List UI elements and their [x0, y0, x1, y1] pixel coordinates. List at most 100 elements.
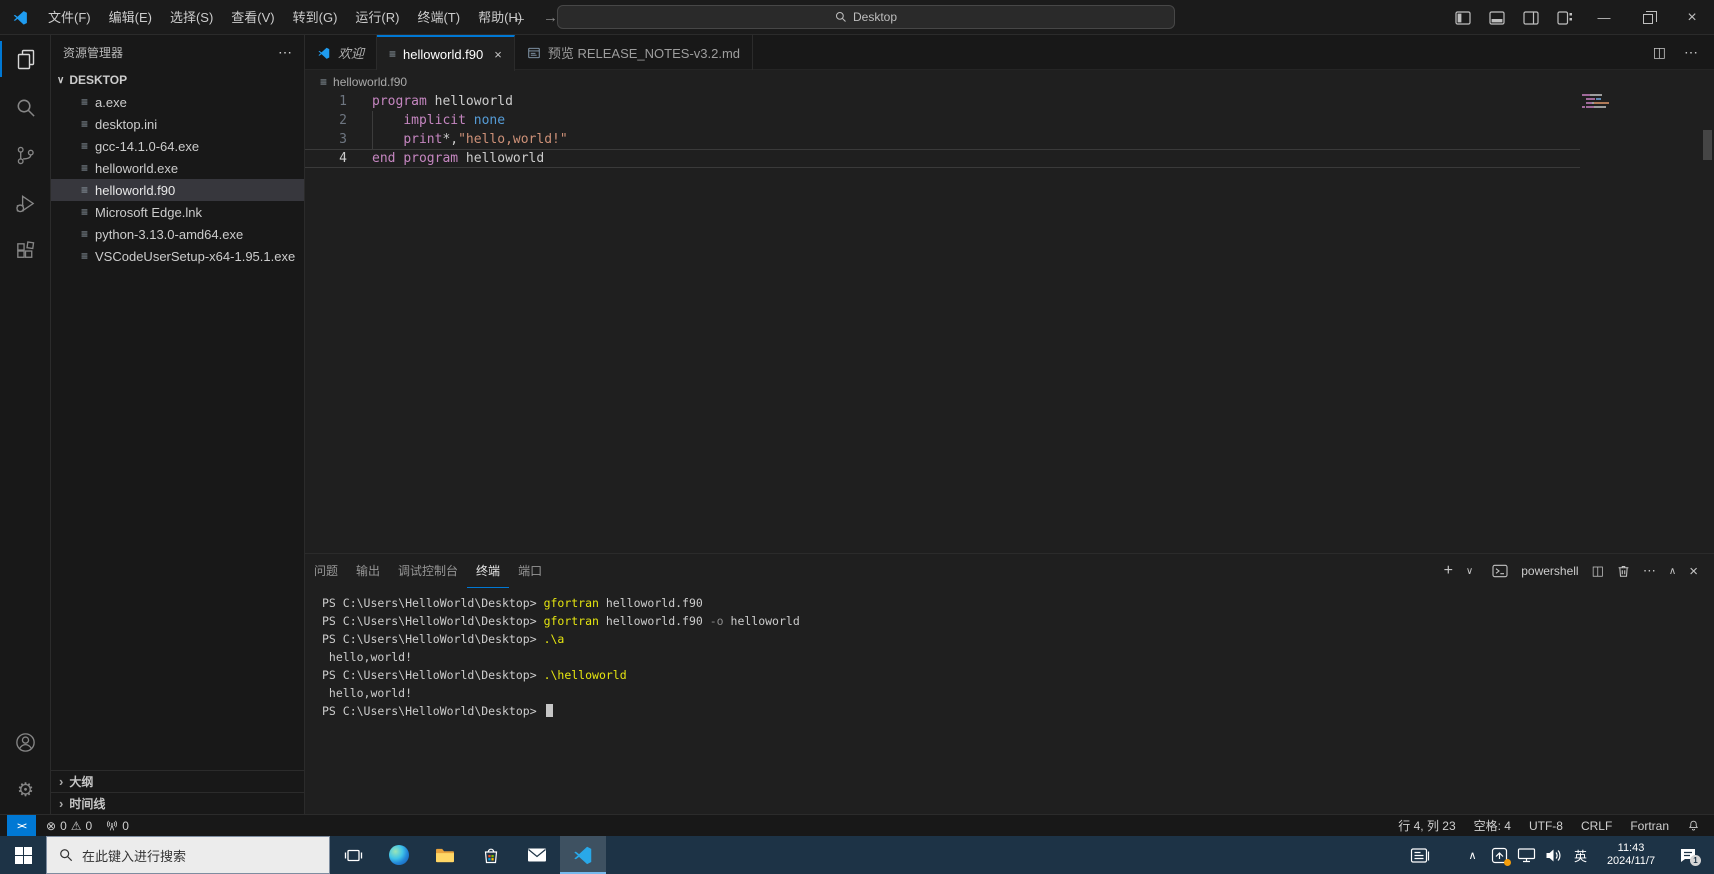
remote-indicator[interactable]: ><	[7, 814, 36, 837]
widgets-icon[interactable]	[1399, 836, 1441, 874]
file-row[interactable]: ≡ a.exe	[51, 91, 304, 113]
minimize-icon[interactable]: —	[1582, 0, 1626, 35]
layout-secondary-sidebar-icon[interactable]	[1514, 0, 1548, 35]
close-icon[interactable]: ×	[1670, 0, 1714, 35]
notification-center-button[interactable]: 1	[1668, 836, 1708, 874]
panel-more-icon[interactable]: ⋯	[1643, 563, 1656, 579]
source-control-icon[interactable]	[0, 131, 51, 179]
network-icon[interactable]	[1513, 836, 1540, 874]
tab-helloworld-f90[interactable]: ≡ helloworld.f90 ×	[377, 35, 515, 71]
code-line-3[interactable]: 3 print*,"hello,world!"	[305, 130, 1580, 149]
file-row[interactable]: ≡ python-3.13.0-amd64.exe	[51, 223, 304, 245]
maximize-panel-icon[interactable]: ∧	[1669, 566, 1676, 577]
menu-item[interactable]: 转到(G)	[284, 0, 347, 35]
file-icon: ≡	[81, 205, 89, 219]
eol-sequence[interactable]: CRLF	[1581, 819, 1612, 833]
close-icon[interactable]: ×	[494, 47, 502, 62]
menu-item[interactable]: 编辑(E)	[100, 0, 161, 35]
minimap[interactable]	[1582, 94, 1612, 110]
file-row[interactable]: ≡ VSCodeUserSetup-x64-1.95.1.exe	[51, 245, 304, 267]
code-line-2[interactable]: 2 implicit none	[305, 111, 1580, 130]
account-icon[interactable]	[0, 718, 51, 766]
indentation[interactable]: 空格: 4	[1474, 817, 1511, 834]
problems-status[interactable]: ⊗ 0 ⚠ 0	[46, 819, 92, 833]
settings-gear-icon[interactable]: ⚙	[0, 766, 51, 814]
tab-release-notes-preview[interactable]: 预览 RELEASE_NOTES-v3.2.md	[515, 35, 754, 70]
extensions-icon[interactable]	[0, 227, 51, 275]
file-row[interactable]: ≡ helloworld.exe	[51, 157, 304, 179]
search-view-icon[interactable]	[0, 83, 51, 131]
ime-indicator[interactable]: 英	[1567, 836, 1594, 874]
menu-item[interactable]: 运行(R)	[346, 0, 408, 35]
tray-chevron-up-icon[interactable]: ∧	[1459, 836, 1486, 874]
terminal-content[interactable]: PS C:\Users\HelloWorld\Desktop> gfortran…	[322, 594, 800, 720]
microsoft-store-icon[interactable]	[468, 836, 514, 874]
sidebar-header: 资源管理器 ⋯	[51, 35, 304, 69]
layout-sidebar-icon[interactable]	[1446, 0, 1480, 35]
file-row[interactable]: ≡ helloworld.f90	[51, 179, 304, 201]
editor-scrollbar[interactable]	[1703, 130, 1712, 160]
panel-tab-输出[interactable]: 输出	[347, 554, 389, 588]
panel-tab-问题[interactable]: 问题	[305, 554, 347, 588]
panel-tab-端口[interactable]: 端口	[509, 554, 551, 588]
status-bar: >< ⊗ 0 ⚠ 0 0 行 4, 列 23 空格: 4 UTF-8 CRLF …	[0, 814, 1714, 837]
taskbar-search-input[interactable]: 在此键入进行搜索	[46, 836, 330, 874]
forward-icon[interactable]: →	[543, 9, 558, 26]
section-outline[interactable]: › 大纲	[51, 770, 304, 792]
edge-icon[interactable]	[376, 836, 422, 874]
file-icon: ≡	[389, 47, 397, 61]
more-actions-icon[interactable]: ⋯	[1684, 44, 1698, 61]
views-more-icon[interactable]: ⋯	[278, 44, 292, 61]
file-explorer-icon[interactable]	[422, 836, 468, 874]
bell-icon[interactable]	[1687, 819, 1700, 832]
split-terminal-icon[interactable]: ◫	[1592, 563, 1604, 579]
clock-time: 11:43	[1617, 842, 1645, 854]
panel-tab-终端[interactable]: 终端	[467, 554, 509, 588]
tree-root-desktop[interactable]: ∨ DESKTOP	[51, 69, 304, 91]
breadcrumb[interactable]: ≡ helloworld.f90	[305, 71, 1714, 92]
menu-item[interactable]: 查看(V)	[222, 0, 283, 35]
run-debug-icon[interactable]	[0, 179, 51, 227]
close-panel-icon[interactable]: ×	[1689, 563, 1698, 580]
menu-item[interactable]: 终端(T)	[408, 0, 469, 35]
sync-tray-icon[interactable]	[1486, 836, 1513, 874]
code-line-1[interactable]: 1 program helloworld	[305, 92, 1580, 111]
customize-layout-icon[interactable]	[1548, 0, 1582, 35]
task-view-button[interactable]	[330, 836, 376, 874]
clock[interactable]: 11:43 2024/11/7	[1594, 842, 1668, 868]
explorer-icon[interactable]	[0, 35, 51, 83]
menu-item[interactable]: 选择(S)	[161, 0, 222, 35]
split-editor-icon[interactable]: ◫	[1653, 44, 1666, 61]
encoding[interactable]: UTF-8	[1529, 819, 1563, 833]
layout-panel-icon[interactable]	[1480, 0, 1514, 35]
file-row[interactable]: ≡ Microsoft Edge.lnk	[51, 201, 304, 223]
file-row[interactable]: ≡ gcc-14.1.0-64.exe	[51, 135, 304, 157]
windows-logo-icon	[14, 846, 32, 864]
vscode-taskbar-icon[interactable]	[560, 836, 606, 874]
command-center-search[interactable]: Desktop	[557, 5, 1175, 29]
volume-icon[interactable]	[1540, 836, 1567, 874]
mail-icon[interactable]	[514, 836, 560, 874]
language-mode[interactable]: Fortran	[1630, 819, 1669, 833]
terminal-profile-chevron-icon[interactable]: ∨	[1466, 566, 1473, 577]
breadcrumb-file: helloworld.f90	[333, 74, 408, 89]
tab-label: 预览 RELEASE_NOTES-v3.2.md	[547, 46, 741, 61]
section-timeline[interactable]: › 时间线	[51, 792, 304, 814]
restore-icon[interactable]	[1626, 0, 1670, 35]
taskbar-search-placeholder: 在此键入进行搜索	[82, 848, 187, 864]
menu-item[interactable]: 文件(F)	[39, 0, 100, 35]
file-icon: ≡	[81, 117, 89, 131]
file-row[interactable]: ≡ desktop.ini	[51, 113, 304, 135]
panel-tab-调试控制台[interactable]: 调试控制台	[389, 554, 467, 588]
new-terminal-icon[interactable]: +	[1444, 562, 1453, 580]
code-editor[interactable]: 1 program helloworld 2 implicit none 3 prin…	[305, 92, 1714, 553]
cursor-position[interactable]: 行 4, 列 23	[1398, 817, 1455, 834]
tab-welcome[interactable]: 欢迎	[305, 35, 378, 70]
back-icon[interactable]: ←	[512, 9, 527, 26]
start-button[interactable]	[0, 836, 46, 874]
clock-date: 2024/11/7	[1606, 855, 1656, 867]
ports-status[interactable]: 0	[106, 819, 129, 833]
code-line-4[interactable]: 4 end program helloworld	[305, 149, 1580, 168]
terminal-shell-label[interactable]: powershell	[1521, 564, 1578, 578]
kill-terminal-icon[interactable]	[1617, 564, 1630, 578]
